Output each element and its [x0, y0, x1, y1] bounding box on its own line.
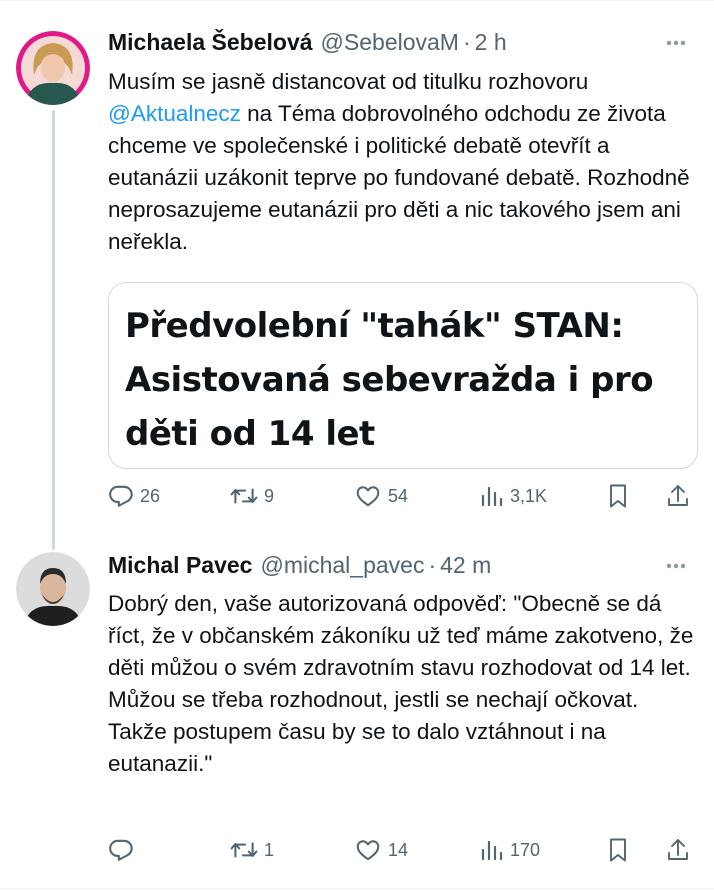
- retweet-count: 9: [264, 485, 275, 506]
- mention-link[interactable]: @Aktualnecz: [108, 101, 241, 126]
- tweet-michal[interactable]: Michal Pavec @michal_pavec · 42 m Dobrý …: [0, 540, 714, 891]
- tweet-text-part: Musím se jasně distancovat od titulku ro…: [108, 69, 589, 94]
- action-bar: 26 9 54 3,1K: [108, 480, 708, 512]
- retweet-icon: [230, 842, 258, 858]
- thread-connector-line: [52, 110, 55, 550]
- retweet-button[interactable]: 1: [230, 834, 274, 866]
- views-count: 3,1K: [510, 485, 548, 506]
- reply-count: 26: [140, 485, 161, 506]
- reply-button[interactable]: [108, 834, 140, 866]
- link-card[interactable]: Předvolební "tahák" STAN: Asistovaná seb…: [108, 282, 698, 469]
- bookmark-icon: [610, 838, 626, 862]
- separator: ·: [428, 551, 437, 578]
- bottom-divider: [0, 888, 714, 889]
- like-button[interactable]: 14: [354, 834, 408, 866]
- tweet-text: Musím se jasně distancovat od titulku ro…: [108, 66, 698, 258]
- share-button[interactable]: [666, 480, 690, 512]
- reply-icon: [109, 485, 133, 507]
- like-count: 54: [388, 485, 409, 506]
- avatar[interactable]: [16, 552, 90, 626]
- retweet-count: 1: [264, 839, 275, 860]
- views-button[interactable]: 3,1K: [480, 480, 547, 512]
- share-icon: [668, 485, 688, 506]
- timestamp[interactable]: 2 h: [475, 29, 507, 56]
- retweet-button[interactable]: 9: [230, 480, 274, 512]
- author-name[interactable]: Michaela Šebelová: [108, 29, 313, 56]
- more-icon[interactable]: [662, 29, 690, 57]
- tweet-header: Michaela Šebelová @SebelovaM · 2 h: [108, 27, 694, 57]
- card-title: Předvolební "tahák" STAN: Asistovaná seb…: [125, 306, 654, 454]
- bookmark-icon: [610, 484, 626, 508]
- bookmark-button[interactable]: [606, 480, 630, 512]
- action-bar: 1 14 170: [108, 834, 708, 866]
- views-icon: [481, 840, 503, 861]
- retweet-icon: [230, 488, 258, 504]
- author-name[interactable]: Michal Pavec: [108, 552, 252, 579]
- views-button[interactable]: 170: [480, 834, 540, 866]
- like-count: 14: [388, 839, 409, 860]
- share-icon: [668, 839, 688, 860]
- more-icon[interactable]: [662, 552, 690, 580]
- tweet-text: Dobrý den, vaše autorizovaná odpověď: "O…: [108, 591, 694, 776]
- tweet-header: Michal Pavec @michal_pavec · 42 m: [108, 550, 694, 580]
- separator: ·: [462, 28, 471, 55]
- avatar[interactable]: [16, 31, 90, 105]
- share-button[interactable]: [666, 834, 690, 866]
- heart-icon: [356, 486, 380, 507]
- bookmark-button[interactable]: [606, 834, 630, 866]
- heart-icon: [356, 840, 380, 861]
- views-icon: [481, 486, 503, 507]
- reply-button[interactable]: 26: [108, 480, 160, 512]
- tweet-michaela[interactable]: Michaela Šebelová @SebelovaM · 2 h Musím…: [0, 0, 714, 550]
- like-button[interactable]: 54: [354, 480, 408, 512]
- author-handle[interactable]: @michal_pavec: [260, 552, 424, 579]
- author-handle[interactable]: @SebelovaM: [321, 29, 459, 56]
- views-count: 170: [510, 839, 541, 860]
- reply-icon: [109, 839, 133, 861]
- timestamp[interactable]: 42 m: [440, 552, 491, 579]
